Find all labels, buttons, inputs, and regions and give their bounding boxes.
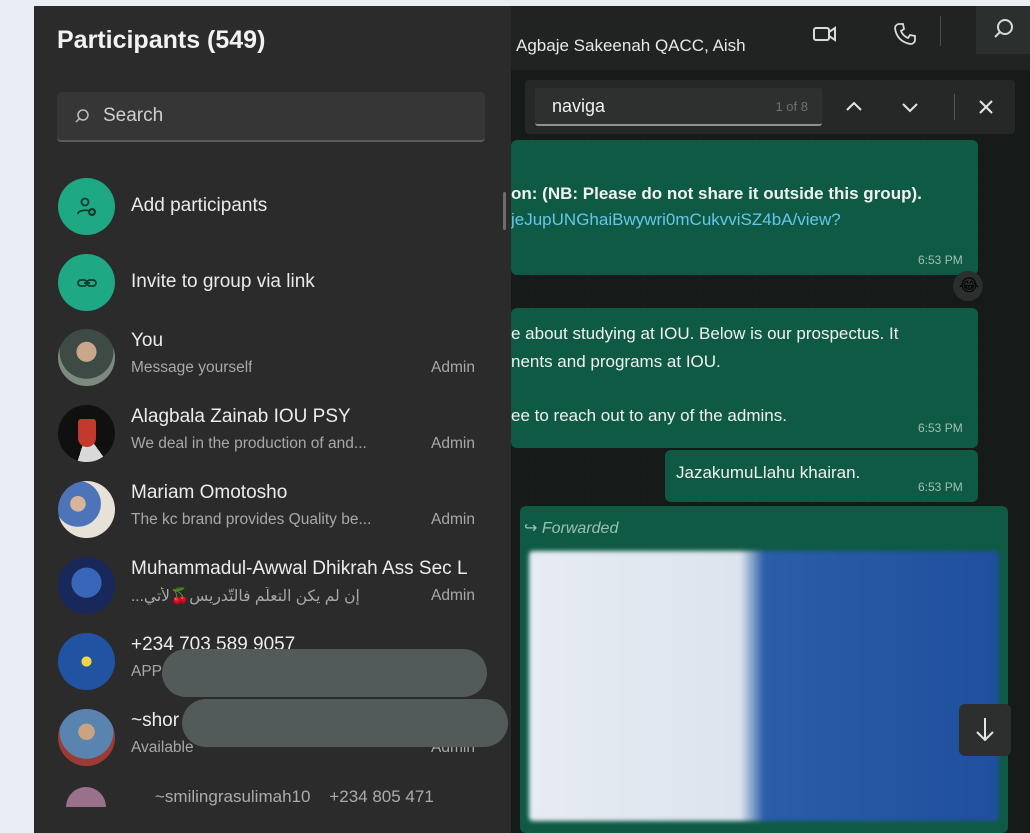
admin-badge: Admin	[431, 435, 475, 452]
chat-header: Agbaje Sakeenah QACC, Aish	[511, 6, 1030, 70]
participants-panel: Participants (549) Search Add participan…	[34, 6, 511, 833]
participant-status: Message yourself	[131, 359, 253, 376]
redaction-overlay	[182, 699, 508, 747]
message-time: 6:53 PM	[918, 480, 963, 494]
avatar	[58, 481, 115, 538]
add-participants-button[interactable]: Add participants	[58, 178, 498, 238]
app-window: Agbaje Sakeenah QACC, Aish naviga 1 of 8	[34, 6, 1030, 833]
invite-link-button[interactable]: Invite to group via link	[58, 254, 498, 314]
participant-status: We deal in the production of and...	[131, 435, 367, 452]
redaction-overlay	[162, 649, 487, 697]
participant-row[interactable]: Alagbala Zainab IOU PSY We deal in the p…	[58, 405, 488, 469]
forwarded-label: ↪ Forwarded	[524, 518, 618, 538]
scroll-down-button[interactable]	[959, 704, 1011, 756]
message-text: JazakumuLlahu khairan.	[676, 463, 861, 482]
admin-badge: Admin	[431, 511, 475, 528]
search-button[interactable]	[976, 6, 1030, 54]
participant-status: Available	[131, 739, 194, 756]
message-bubble[interactable]: on: (NB: Please do not share it outside …	[511, 140, 978, 275]
find-count: 1 of 8	[775, 99, 808, 114]
video-call-icon[interactable]	[811, 20, 839, 48]
action-label: Invite to group via link	[131, 271, 315, 292]
chat-title[interactable]: Agbaje Sakeenah QACC, Aish	[516, 36, 746, 56]
header-divider	[940, 16, 941, 46]
reaction-badge[interactable]: 😂	[953, 271, 983, 301]
find-query[interactable]: naviga	[552, 96, 605, 117]
close-icon[interactable]	[973, 94, 999, 120]
message-text: e about studying at IOU. Below is our pr…	[511, 324, 899, 343]
participant-row[interactable]: Mariam Omotosho The kc brand provides Qu…	[58, 481, 488, 545]
participant-name: You	[131, 330, 164, 351]
participant-status: The kc brand provides Quality be...	[131, 511, 372, 528]
avatar	[58, 405, 115, 462]
voice-call-icon[interactable]	[891, 20, 919, 48]
participant-name: Alagbala Zainab IOU PSY	[131, 406, 351, 427]
participant-name: Muhammadul-Awwal Dhikrah Ass Sec L	[131, 558, 468, 579]
forwarded-message[interactable]: ↪ Forwarded	[520, 506, 1008, 833]
panel-title: Participants (549)	[57, 26, 266, 54]
avatar	[66, 787, 106, 807]
scrollbar[interactable]	[503, 192, 506, 230]
message-link[interactable]: jeJupUNGhaiBwywri0mCukvviSZ4bA/view?	[511, 210, 841, 230]
message-time: 6:53 PM	[918, 421, 963, 435]
add-person-icon	[58, 178, 115, 235]
admin-badge: Admin	[431, 587, 475, 604]
chat-area: Agbaje Sakeenah QACC, Aish naviga 1 of 8	[511, 6, 1030, 833]
find-divider	[954, 94, 955, 120]
message-text: on: (NB: Please do not share it outside …	[511, 184, 922, 203]
reaction-emoji: 😂	[959, 276, 979, 295]
participant-row[interactable]: You Message yourself Admin	[58, 329, 488, 393]
admin-badge: Admin	[431, 359, 475, 376]
arrow-down-icon	[976, 718, 994, 742]
message-text: nents and programs at IOU.	[511, 352, 721, 371]
chevron-down-icon[interactable]	[897, 94, 923, 120]
search-icon	[75, 109, 89, 123]
search-input[interactable]: Search	[57, 92, 485, 142]
message-time: 6:53 PM	[918, 253, 963, 267]
search-placeholder: Search	[103, 105, 164, 126]
avatar	[58, 709, 115, 766]
message-bubble[interactable]: JazakumuLlahu khairan. 6:53 PM	[665, 450, 978, 502]
participant-name: Mariam Omotosho	[131, 482, 288, 503]
participant-row[interactable]: Muhammadul-Awwal Dhikrah Ass Sec L إن لم…	[58, 557, 488, 621]
message-bubble[interactable]: e about studying at IOU. Below is our pr…	[511, 308, 978, 448]
forward-icon: ↪	[524, 520, 538, 537]
action-label: Add participants	[131, 195, 268, 216]
participant-status: إن لم يكن التعلّم فالتّدريس🍒لأتي...	[131, 588, 360, 605]
find-bar: naviga 1 of 8	[525, 80, 1015, 134]
link-icon	[58, 254, 115, 311]
chevron-up-icon[interactable]	[841, 94, 867, 120]
participant-status: APP	[131, 663, 163, 680]
forwarded-text: Forwarded	[541, 520, 619, 537]
avatar	[58, 633, 115, 690]
participant-row-partial[interactable]: ~smilingrasulimah10 +234 805 471	[58, 783, 498, 807]
find-input[interactable]: naviga 1 of 8	[535, 88, 822, 126]
avatar	[58, 329, 115, 386]
avatar	[58, 557, 115, 614]
search-icon	[994, 19, 1013, 38]
media-image[interactable]	[529, 551, 999, 821]
message-text: ee to reach out to any of the admins.	[511, 406, 787, 425]
participant-name: ~smilingrasulimah10 +234 805 471	[155, 787, 434, 806]
